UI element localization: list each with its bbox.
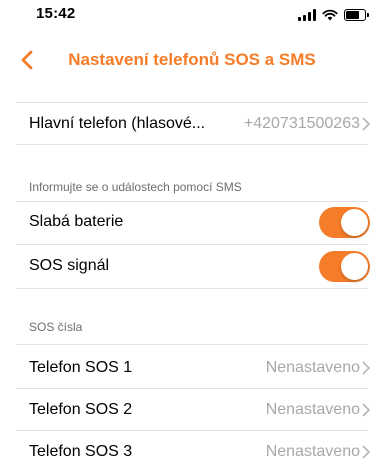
low-battery-label: Slabá baterie xyxy=(29,213,124,230)
sos-section-header: SOS čísla xyxy=(29,320,83,334)
navigation-bar: Nastavení telefonů SOS a SMS xyxy=(0,38,384,82)
status-time: 15:42 xyxy=(36,5,76,22)
divider xyxy=(16,288,368,289)
signal-icon xyxy=(298,9,316,21)
divider xyxy=(16,388,368,389)
sos-signal-label: SOS signál xyxy=(29,257,110,274)
chevron-right-icon xyxy=(362,403,370,417)
chevron-right-icon xyxy=(362,361,370,375)
sms-section-header: Informujte se o událostech pomocí SMS xyxy=(29,180,242,194)
sos-phone-2-value: Nenastaveno xyxy=(265,401,360,418)
sos-signal-toggle[interactable] xyxy=(319,251,370,282)
status-icons xyxy=(298,8,369,22)
sos-phone-3-row[interactable]: Telefon SOS 3 Nenastaveno xyxy=(0,434,384,470)
divider xyxy=(16,102,368,103)
sos-phone-3-value: Nenastaveno xyxy=(265,443,360,460)
divider xyxy=(16,344,368,345)
status-bar: 15:42 xyxy=(0,0,384,30)
toggle-knob xyxy=(341,209,368,236)
divider xyxy=(16,244,368,245)
sos-phone-1-value: Nenastaveno xyxy=(265,359,360,376)
sos-phone-2-label: Telefon SOS 2 xyxy=(29,401,133,418)
wifi-icon xyxy=(322,9,338,21)
low-battery-row: Slabá baterie xyxy=(0,204,384,240)
low-battery-toggle[interactable] xyxy=(319,207,370,238)
sos-signal-row: SOS signál xyxy=(0,248,384,284)
main-phone-row[interactable]: Hlavní telefon (hlasové... +420731500263 xyxy=(0,106,384,142)
sos-phone-1-row[interactable]: Telefon SOS 1 Nenastaveno xyxy=(0,350,384,386)
sos-phone-1-label: Telefon SOS 1 xyxy=(29,359,133,376)
divider xyxy=(16,201,368,202)
main-phone-value: +420731500263 xyxy=(243,115,360,132)
chevron-right-icon xyxy=(362,117,370,131)
divider xyxy=(16,144,368,145)
toggle-knob xyxy=(341,253,368,280)
battery-icon xyxy=(344,9,369,21)
page-title: Nastavení telefonů SOS a SMS xyxy=(68,50,316,69)
sos-phone-2-row[interactable]: Telefon SOS 2 Nenastaveno xyxy=(0,392,384,428)
main-phone-label: Hlavní telefon (hlasové... xyxy=(29,115,206,132)
divider xyxy=(16,430,368,431)
chevron-right-icon xyxy=(362,445,370,459)
sos-phone-3-label: Telefon SOS 3 xyxy=(29,443,133,460)
